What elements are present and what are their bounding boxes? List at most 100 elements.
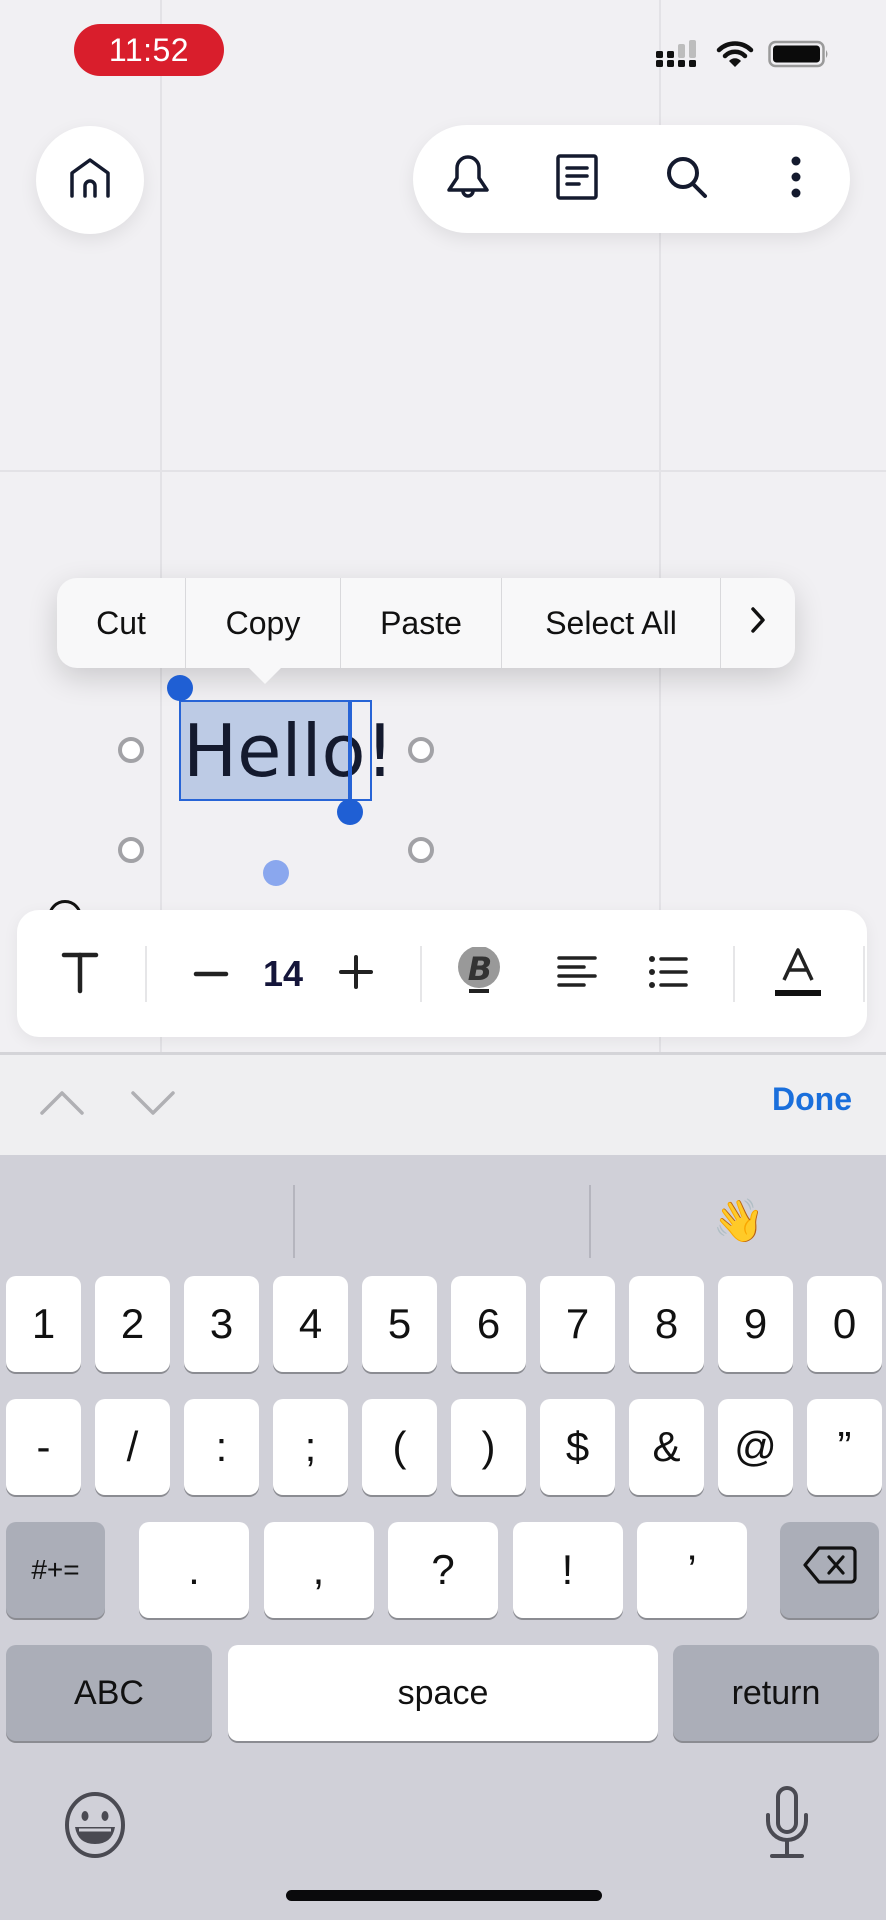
space-key[interactable]: space (228, 1645, 658, 1741)
emoji-icon (62, 1792, 128, 1862)
menu-item-label: Copy (225, 604, 301, 641)
toolbar-divider (733, 946, 735, 1002)
key-label: 8 (654, 1300, 679, 1347)
rotate-handle[interactable] (263, 860, 289, 886)
selection-end-handle[interactable] (337, 799, 363, 825)
text-color-icon (774, 946, 822, 1003)
key-label: & (652, 1423, 681, 1470)
resize-handle[interactable] (408, 837, 434, 863)
key-label: ) (481, 1423, 496, 1470)
key[interactable]: ) (451, 1399, 526, 1495)
key-label: 6 (476, 1300, 501, 1347)
search-button[interactable] (661, 153, 713, 205)
previous-field-button[interactable] (38, 1085, 86, 1125)
text-format-toolbar: 14 B (17, 910, 867, 1037)
abc-key[interactable]: ABC (6, 1645, 212, 1741)
more-options-button[interactable] (770, 153, 822, 205)
key-label: / (126, 1423, 139, 1470)
key[interactable]: 7 (540, 1276, 615, 1372)
key-label: : (215, 1423, 228, 1470)
suggestion-1[interactable] (0, 1155, 294, 1280)
key-label: ; (304, 1423, 317, 1470)
menu-item-copy[interactable]: Copy (186, 578, 341, 668)
key-label: return (731, 1674, 821, 1712)
key[interactable]: ? (388, 1522, 498, 1618)
text-style-button[interactable] (50, 946, 110, 1002)
key[interactable]: / (95, 1399, 170, 1495)
font-size-label: 14 (262, 953, 304, 994)
document-button[interactable] (551, 153, 603, 205)
key[interactable]: @ (718, 1399, 793, 1495)
bullet-list-icon (648, 955, 688, 994)
selection-start-handle[interactable] (167, 675, 193, 701)
key[interactable]: ; (273, 1399, 348, 1495)
dictation-button[interactable] (764, 1785, 810, 1861)
key[interactable]: 3 (184, 1276, 259, 1372)
key-label: #+= (31, 1554, 80, 1585)
font-size-value[interactable]: 14 (253, 946, 313, 1002)
home-indicator[interactable] (286, 1890, 602, 1901)
key[interactable]: $ (540, 1399, 615, 1495)
resize-handle[interactable] (118, 737, 144, 763)
decrease-font-size-button[interactable] (187, 946, 235, 1002)
resize-handle[interactable] (408, 737, 434, 763)
emoji-keyboard-button[interactable] (62, 1792, 128, 1858)
key[interactable]: , (263, 1522, 374, 1618)
key[interactable]: 2 (95, 1276, 170, 1372)
home-button[interactable] (36, 126, 144, 234)
bell-icon (444, 152, 492, 207)
key[interactable]: 9 (718, 1276, 793, 1372)
delete-key[interactable] (780, 1522, 879, 1618)
key-label: , (312, 1546, 325, 1593)
key[interactable]: : (184, 1399, 259, 1495)
key[interactable]: 6 (451, 1276, 526, 1372)
key[interactable]: - (6, 1399, 81, 1495)
key[interactable]: 5 (362, 1276, 437, 1372)
key-label: @ (734, 1423, 777, 1470)
menu-item-cut[interactable]: Cut (57, 578, 186, 668)
key-label: 1 (31, 1300, 56, 1347)
key[interactable]: 8 (629, 1276, 704, 1372)
suggestion-3[interactable]: 👋 (592, 1185, 886, 1258)
notifications-button[interactable] (442, 153, 494, 205)
text-align-button[interactable] (549, 946, 605, 1002)
text-color-button[interactable] (769, 946, 827, 1002)
increase-font-size-button[interactable] (333, 946, 379, 1002)
key-label: ( (392, 1423, 407, 1470)
resize-handle[interactable] (118, 837, 144, 863)
menu-item-select-all[interactable]: Select All (502, 578, 721, 668)
waving-hand-emoji: 👋 (712, 1197, 766, 1244)
key[interactable]: ” (807, 1399, 882, 1495)
key[interactable]: 1 (6, 1276, 81, 1372)
text-context-menu: Cut Copy Paste Select All (57, 578, 795, 668)
key[interactable]: & (629, 1399, 704, 1495)
key-label: ’ (687, 1546, 697, 1593)
suggestion-2[interactable] (296, 1155, 590, 1280)
key[interactable]: ’ (637, 1522, 747, 1618)
bullet-list-button[interactable] (640, 946, 696, 1002)
return-key[interactable]: return (673, 1645, 879, 1741)
key[interactable]: . (139, 1522, 249, 1618)
key-label: 3 (209, 1300, 234, 1347)
key[interactable]: 4 (273, 1276, 348, 1372)
menu-more-button[interactable] (721, 578, 795, 668)
search-icon (663, 153, 711, 206)
text-element[interactable]: Hello! (183, 705, 394, 797)
bold-button[interactable]: B (454, 945, 506, 1002)
selection-caret (348, 702, 352, 806)
svg-text:B: B (468, 950, 492, 988)
done-button[interactable]: Done (772, 1081, 852, 1118)
key-label: 5 (387, 1300, 412, 1347)
key-label: 4 (298, 1300, 323, 1347)
next-field-button[interactable] (129, 1085, 177, 1125)
key[interactable]: ! (512, 1522, 623, 1618)
key[interactable]: ( (362, 1399, 437, 1495)
key-label: . (188, 1546, 200, 1593)
menu-item-paste[interactable]: Paste (341, 578, 502, 668)
context-menu-pointer (247, 666, 283, 684)
canvas-grid-line (0, 470, 886, 472)
menu-item-label: Cut (96, 604, 146, 641)
key[interactable]: 0 (807, 1276, 882, 1372)
symbols-toggle-key[interactable]: #+= (6, 1522, 105, 1618)
chevron-right-icon (749, 605, 767, 642)
